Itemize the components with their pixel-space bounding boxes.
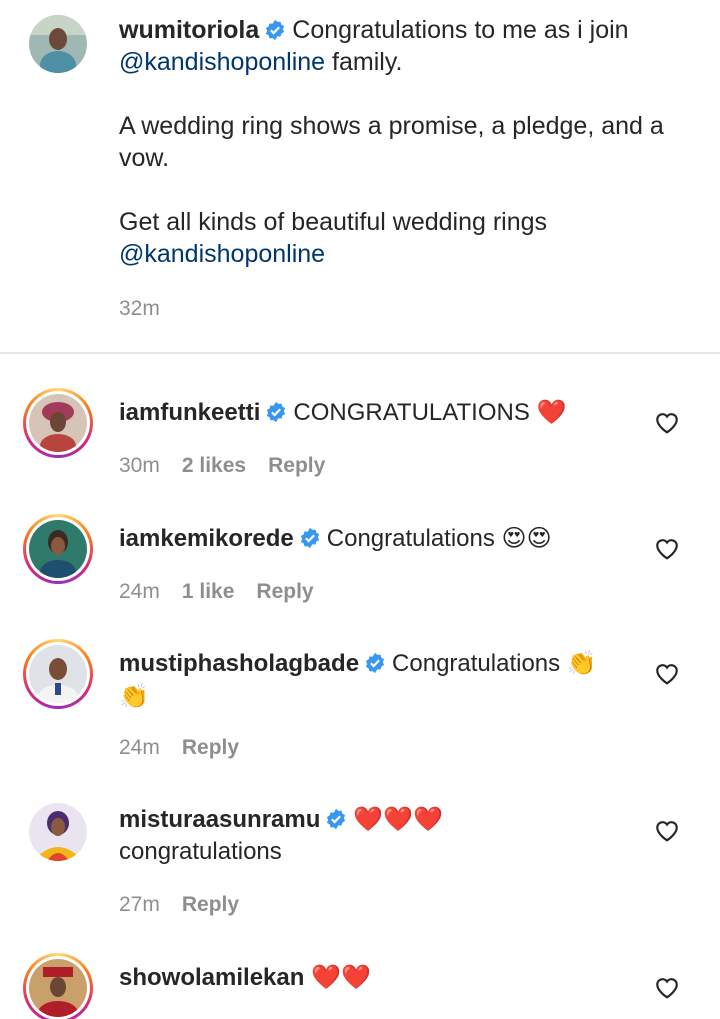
- comment-username[interactable]: misturaasunramu: [119, 806, 320, 833]
- caption-text-end: family.: [325, 48, 403, 76]
- avatar[interactable]: [23, 514, 93, 584]
- caption-username[interactable]: wumitoriola: [119, 16, 259, 44]
- comment-timestamp: 30m: [119, 454, 160, 477]
- comments-screen: wumitoriola Congratulations to me as i jo…: [0, 0, 720, 1019]
- like-heart-icon[interactable]: [654, 975, 680, 999]
- caption-paragraph: Get all kinds of beautiful wedding rings: [119, 208, 548, 236]
- likes-count-link[interactable]: 2 likes: [182, 454, 246, 477]
- caption-text: Congratulations to me as i join: [292, 16, 629, 44]
- caption-paragraph: A wedding ring shows a promise, a pledge…: [119, 112, 664, 172]
- heart-eyes-emoji-icon: 😍😍: [501, 524, 552, 552]
- reply-button[interactable]: Reply: [182, 893, 239, 916]
- clapping-hands-emoji-icon: 👏: [566, 649, 597, 677]
- avatar[interactable]: [23, 388, 93, 458]
- like-heart-icon[interactable]: [654, 536, 680, 560]
- caption-mention-link[interactable]: @kandishoponline: [119, 240, 325, 268]
- verified-badge-icon: [300, 527, 319, 549]
- comment-text: congratulations: [119, 838, 282, 865]
- avatar[interactable]: [23, 639, 93, 709]
- comment-timestamp: 27m: [119, 893, 160, 916]
- comment-username[interactable]: iamfunkeetti: [119, 399, 260, 426]
- post-caption: wumitoriola Congratulations to me as i jo…: [0, 0, 720, 352]
- caption-mention-link[interactable]: @kandishoponline: [119, 48, 325, 76]
- avatar[interactable]: [29, 15, 87, 73]
- verified-badge-icon: [266, 19, 285, 41]
- avatar[interactable]: [23, 953, 93, 1019]
- caption-timestamp: 32m: [119, 297, 160, 320]
- comment-text: Congratulations: [392, 650, 561, 677]
- reply-button[interactable]: Reply: [268, 454, 325, 477]
- reply-button[interactable]: Reply: [182, 736, 239, 759]
- divider: [0, 352, 720, 354]
- avatar[interactable]: [29, 803, 87, 861]
- red-heart-emoji-icon: ❤️❤️: [311, 963, 371, 991]
- comment-timestamp: 24m: [119, 580, 160, 603]
- clapping-hands-emoji-icon: 👏: [119, 682, 149, 710]
- verified-badge-icon: [267, 401, 286, 423]
- comment-username[interactable]: showolamilekan: [119, 964, 304, 991]
- likes-count-link[interactable]: 1 like: [182, 580, 235, 603]
- comment-username[interactable]: mustiphasholagbade: [119, 650, 359, 677]
- verified-badge-icon: [327, 808, 346, 830]
- comment-username[interactable]: iamkemikorede: [119, 525, 294, 552]
- comment-text: CONGRATULATIONS: [293, 399, 530, 426]
- like-heart-icon[interactable]: [654, 661, 680, 685]
- like-heart-icon[interactable]: [654, 410, 680, 434]
- red-heart-emoji-icon: ❤️: [536, 398, 567, 426]
- reply-button[interactable]: Reply: [256, 580, 313, 603]
- like-heart-icon[interactable]: [654, 818, 680, 842]
- comment-text: Congratulations: [326, 525, 495, 552]
- red-heart-emoji-icon: ❤️❤️❤️: [353, 805, 444, 833]
- verified-badge-icon: [365, 652, 385, 674]
- comment-timestamp: 24m: [119, 736, 160, 759]
